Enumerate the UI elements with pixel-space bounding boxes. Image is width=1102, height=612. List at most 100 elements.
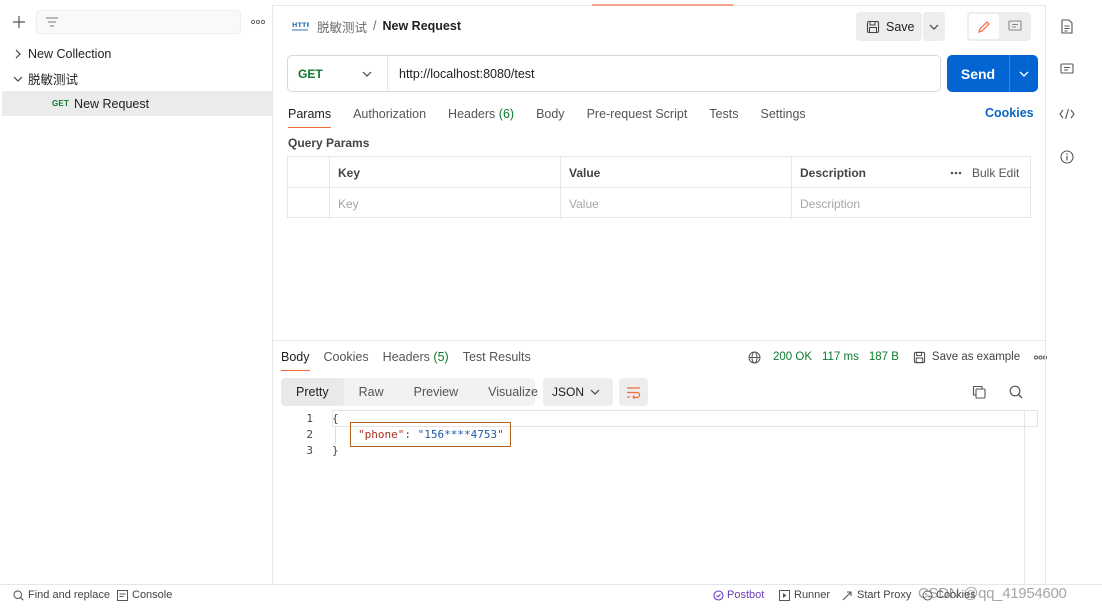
find-replace-button[interactable]: Find and replace (13, 589, 110, 601)
tab-pre-request-script[interactable]: Pre-request Script (587, 107, 688, 121)
console-label: Console (132, 589, 173, 601)
tab-response-cookies[interactable]: Cookies (324, 350, 369, 364)
tab-body[interactable]: Body (536, 107, 565, 121)
tab-test-results[interactable]: Test Results (463, 350, 531, 364)
collection-name: 脱敏测试 (28, 73, 79, 87)
param-description-input[interactable]: Description (791, 188, 1030, 219)
collection-item-desensitize-test[interactable]: 脱敏测试 (2, 66, 272, 91)
cookies-link[interactable]: Cookies (985, 106, 1034, 120)
plus-icon[interactable] (12, 15, 26, 29)
request-item-new-request[interactable]: GET New Request (2, 91, 272, 116)
filter-input[interactable] (36, 10, 241, 34)
send-button[interactable]: Send (947, 55, 1038, 92)
json-key: "phone" (358, 428, 405, 441)
response-divider[interactable] (273, 340, 1045, 341)
tab-response-body[interactable]: Body (281, 350, 310, 371)
indent-guide (335, 427, 336, 444)
save-button[interactable]: Save (856, 12, 922, 41)
send-label: Send (960, 65, 996, 82)
request-tabs: Params Authorization Headers (6) Body Pr… (288, 106, 828, 128)
response-headers-count: (5) (433, 350, 449, 364)
postbot-button[interactable]: Postbot (713, 589, 764, 601)
status-code[interactable]: 200 OK (773, 351, 812, 363)
watermark: CSDN @qq_41954600 (918, 585, 1067, 602)
url-bar: GET http://localhost:8080/test (287, 55, 941, 92)
find-replace-label: Find and replace (28, 589, 110, 601)
response-meta: 200 OK 117 ms 187 B Save as example (748, 349, 1048, 365)
view-mode-toggle (967, 12, 1031, 41)
line-number: 2 (306, 428, 313, 441)
edit-mode-button[interactable] (969, 14, 999, 39)
runner-button[interactable]: Runner (779, 589, 830, 601)
json-value: "156****4753" (417, 428, 504, 441)
start-proxy-button[interactable]: Start Proxy (842, 589, 911, 601)
proxy-icon (842, 590, 853, 601)
view-tab-pretty[interactable]: Pretty (281, 378, 344, 406)
param-value-input[interactable]: Value (560, 188, 791, 219)
collection-name: New Collection (28, 46, 112, 61)
tab-settings[interactable]: Settings (760, 107, 805, 121)
chevron-down-icon (929, 24, 939, 30)
comment-mode-button[interactable] (1001, 14, 1029, 39)
more-options-icon[interactable] (251, 19, 265, 25)
search-icon[interactable] (1009, 385, 1023, 399)
tab-response-headers[interactable]: Headers (5) (383, 350, 449, 364)
chevron-right-icon (2, 49, 28, 59)
breadcrumb-parent[interactable]: 脱敏测试 (317, 17, 367, 36)
page-title[interactable]: New Request (383, 19, 462, 33)
param-key-input[interactable]: Key (329, 188, 560, 219)
url-input[interactable]: http://localhost:8080/test (388, 67, 535, 81)
format-select[interactable]: JSON (543, 378, 613, 406)
response-size[interactable]: 187 B (869, 351, 899, 363)
comments-icon[interactable] (1060, 63, 1074, 76)
copy-icon[interactable] (972, 385, 986, 399)
more-options-icon[interactable] (950, 171, 962, 175)
table-header-row: Key Value Description Bulk Edit (288, 157, 1030, 188)
save-label: Save (886, 19, 915, 34)
save-example-button[interactable]: Save as example (913, 351, 1020, 364)
method-badge: GET (52, 99, 70, 108)
tab-headers-label: Headers (448, 107, 496, 121)
line-number: 1 (306, 412, 313, 425)
view-tab-raw[interactable]: Raw (344, 378, 399, 406)
save-dropdown-button[interactable] (923, 12, 945, 41)
chevron-down-icon (362, 71, 372, 77)
highlighted-field: "phone" : "156****4753" (350, 422, 511, 447)
info-icon[interactable] (1060, 150, 1074, 164)
tab-headers[interactable]: Headers (6) (448, 107, 514, 121)
response-time[interactable]: 117 ms (822, 351, 859, 363)
response-view-bar: Pretty Raw Preview Visualize (281, 378, 538, 406)
runner-icon (779, 589, 790, 601)
save-example-label: Save as example (931, 351, 1021, 363)
view-tab-preview[interactable]: Preview (399, 378, 473, 406)
description-placeholder: Description (800, 196, 861, 211)
column-header-description: Description Bulk Edit (791, 157, 1030, 188)
tab-response-headers-label: Headers (382, 350, 430, 364)
postbot-label: Postbot (727, 589, 765, 601)
bulk-edit-button[interactable]: Bulk Edit (972, 166, 1019, 180)
collection-item-new-collection[interactable]: New Collection (2, 41, 272, 66)
console-button[interactable]: Console (117, 589, 172, 601)
wrap-icon (626, 386, 641, 399)
documentation-icon[interactable] (1061, 19, 1073, 34)
value-placeholder: Value (569, 196, 599, 211)
view-tab-visualize[interactable]: Visualize (473, 378, 553, 406)
key-placeholder: Key (338, 196, 359, 211)
postbot-icon (713, 589, 724, 601)
tab-params[interactable]: Params (288, 107, 332, 128)
status-bar: Find and replace Console Postbot Runner … (0, 584, 1102, 606)
tab-authorization[interactable]: Authorization (353, 107, 426, 121)
wrap-lines-button[interactable] (619, 378, 648, 406)
code-snippet-icon[interactable] (1059, 108, 1075, 120)
globe-icon[interactable] (748, 351, 761, 364)
method-select[interactable]: GET (288, 56, 388, 91)
right-sidebar (1045, 5, 1090, 584)
chevron-down-icon[interactable] (1010, 71, 1038, 77)
response-body-editor[interactable]: 1 { 2 "phone" : "156****4753" 3 } (281, 410, 1038, 584)
comment-icon (1008, 20, 1022, 33)
method-label: GET (298, 66, 323, 81)
tab-tests[interactable]: Tests (709, 107, 738, 121)
headers-count: (6) (498, 107, 515, 121)
code-line: 3 } (293, 444, 338, 458)
code-line: 1 { (293, 412, 338, 426)
